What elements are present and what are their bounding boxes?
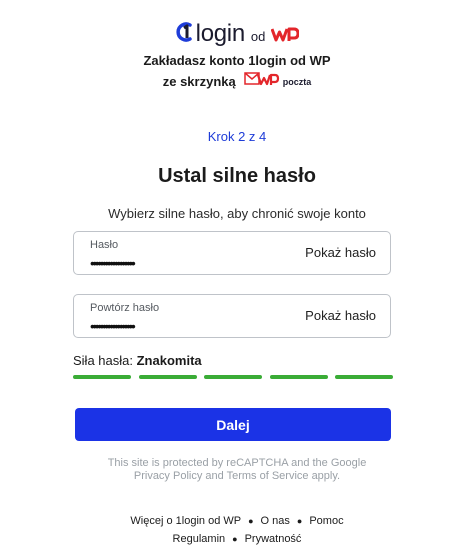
password-strength: Siła hasła: Znakomita [73, 353, 202, 368]
repeat-password-input[interactable]: •••••••••••••••••• [90, 318, 136, 334]
footer-separator: ● [248, 516, 254, 527]
footer-link-help[interactable]: Pomoc [309, 515, 343, 527]
footer-link-terms[interactable]: Regulamin [173, 533, 226, 545]
strength-bar [204, 375, 262, 379]
strength-bar [335, 375, 393, 379]
strength-bar [269, 375, 328, 379]
page-subtitle: Wybierz silne hasło, aby chronić swoje k… [108, 206, 366, 221]
headline-line2: ze skrzynką poczta [0, 71, 474, 93]
poczta-label: poczta [282, 77, 312, 87]
onelogin-logo: login [175, 20, 245, 48]
footer-row2: Regulamin ● Prywatność [0, 530, 474, 548]
footer-link-privacy[interactable]: Prywatność [245, 533, 302, 545]
strength-value: Znakomita [136, 353, 202, 368]
show-password-button[interactable]: Pokaż hasło [305, 245, 376, 260]
password-field[interactable]: Hasło •••••••••••••••••• Pokaż hasło [73, 231, 391, 275]
footer-separator: ● [232, 534, 238, 545]
onelogin-word: login [195, 20, 246, 47]
step-indicator: Krok 2 z 4 [207, 129, 267, 144]
signup-headline: Zakładasz konto 1login od WP ze skrzynką… [0, 51, 474, 93]
recaptcha-line1: This site is protected by reCAPTCHA and … [107, 457, 367, 469]
footer-links: Więcej o 1login od WP ● O nas ● Pomoc Regula… [0, 512, 474, 548]
strength-label: Siła hasła: [73, 353, 133, 368]
headline-line1: Zakładasz konto 1login od WP [143, 53, 331, 68]
envelope-wp-icon [243, 71, 280, 93]
page-title: Ustal silne hasło [158, 165, 316, 187]
repeat-password-field[interactable]: Powtórz hasło •••••••••••••••••• Pokaż h… [73, 294, 391, 338]
wp-poczta-logo: poczta [243, 71, 312, 93]
password-label: Hasło [90, 239, 119, 251]
headline-prefix: ze skrzynką [162, 74, 236, 89]
footer-separator: ● [296, 516, 303, 527]
footer-row1: Więcej o 1login od WP ● O nas ● Pomoc [0, 512, 474, 530]
brand-od: od [250, 28, 266, 44]
show-repeat-password-button[interactable]: Pokaż hasło [305, 308, 376, 323]
footer-link-about-us[interactable]: O nas [261, 515, 290, 527]
recaptcha-line2: Privacy Policy and Terms of Service appl… [133, 470, 341, 482]
strength-bar [138, 375, 197, 379]
repeat-password-label: Powtórz hasło [90, 302, 160, 314]
footer-link-about-1login[interactable]: Więcej o 1login od WP [130, 515, 241, 527]
password-input[interactable]: •••••••••••••••••• [90, 255, 136, 271]
onelogin-logo-icon [175, 21, 195, 48]
strength-bar [73, 375, 131, 379]
signup-page: login od Zakładasz konto 1login od WP ze… [0, 0, 474, 549]
wp-logo-icon [271, 26, 300, 43]
brand-logo: login od [0, 20, 474, 48]
strength-meter [73, 375, 393, 379]
recaptcha-notice: This site is protected by reCAPTCHA and … [0, 457, 474, 483]
next-button[interactable]: Dalej [75, 408, 391, 441]
